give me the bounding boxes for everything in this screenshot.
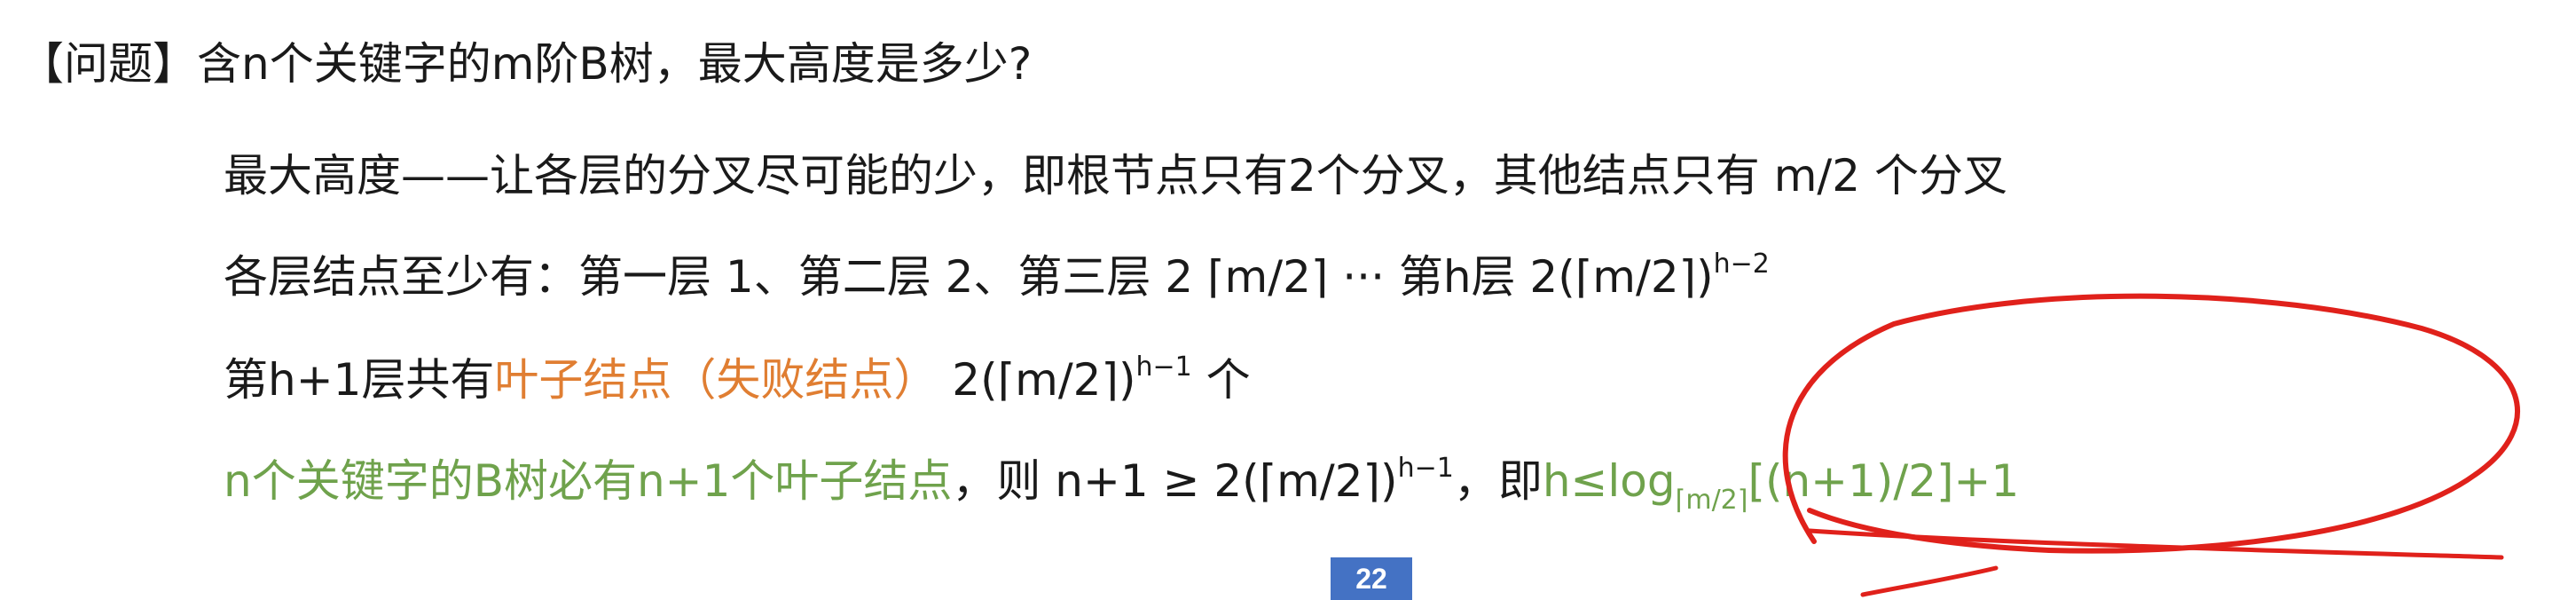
ink-tail-stroke — [1860, 565, 1999, 597]
red-ink-annotation — [1782, 293, 2520, 597]
ink-underline-stroke — [1807, 528, 2504, 560]
ink-circle-stroke — [1782, 293, 2520, 554]
